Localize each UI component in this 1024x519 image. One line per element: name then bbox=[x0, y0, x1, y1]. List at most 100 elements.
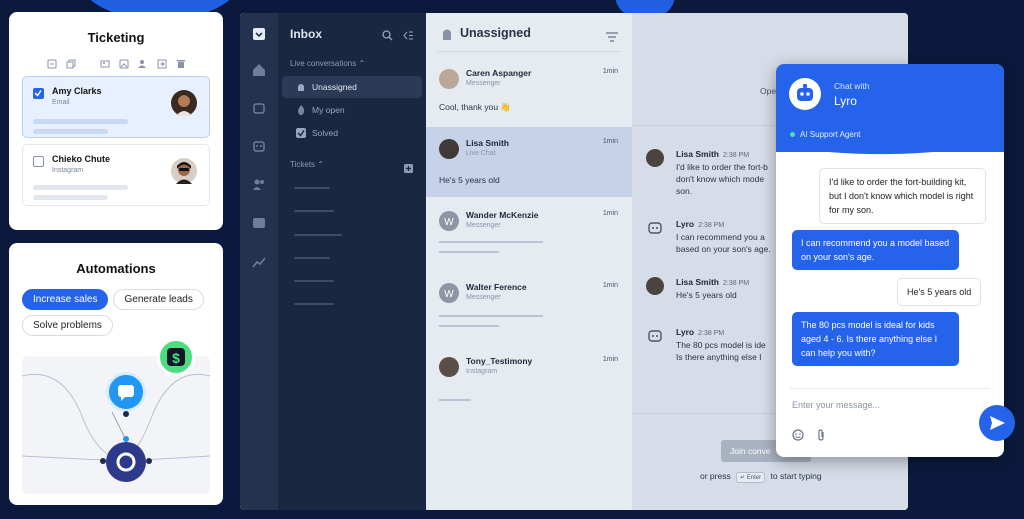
send-icon bbox=[990, 416, 1005, 430]
lyro-name: Lyro bbox=[834, 94, 857, 108]
live-conversations-label[interactable]: Live conversations ⌃ bbox=[290, 59, 365, 68]
contacts-icon[interactable] bbox=[252, 177, 266, 191]
avatar bbox=[439, 69, 459, 89]
conversation-name: Tony_Testimony bbox=[466, 356, 533, 366]
pill-generate-leads[interactable]: Generate leads bbox=[113, 289, 204, 310]
image-icon[interactable] bbox=[100, 59, 110, 69]
collapse-icon[interactable] bbox=[47, 59, 57, 69]
svg-text:$: $ bbox=[172, 350, 180, 366]
user-message: I'd like to order the fort-building kit,… bbox=[819, 168, 986, 224]
conversation-preview: He's 5 years old bbox=[439, 175, 500, 185]
message-text: I'd like to order the fort-b don't know … bbox=[676, 162, 768, 196]
bot-alt-icon[interactable] bbox=[252, 139, 266, 153]
conversation-item[interactable]: W Wander McKenzie Messenger 1min bbox=[426, 199, 632, 269]
automations-title: Automations bbox=[76, 261, 156, 276]
add-ticket-icon[interactable] bbox=[404, 160, 413, 178]
message-author: Lyro bbox=[676, 327, 695, 337]
ticket-checkbox[interactable] bbox=[33, 156, 44, 167]
ticket-name: Chieko Chute bbox=[52, 154, 111, 164]
bot-message: I can recommend you a model based on you… bbox=[792, 230, 959, 270]
export-icon[interactable] bbox=[157, 59, 167, 69]
avatar bbox=[646, 149, 664, 167]
assign-user-icon[interactable] bbox=[137, 59, 148, 69]
image-alt-icon[interactable] bbox=[119, 59, 129, 69]
conversation-item[interactable]: Caren Aspanger Messenger 1min Cool, than… bbox=[426, 57, 632, 127]
message-input[interactable]: Enter your message... bbox=[792, 400, 880, 410]
home-icon[interactable] bbox=[252, 63, 266, 77]
conversation-preview: Cool, thank you 👋 bbox=[439, 102, 512, 112]
fire-icon bbox=[296, 105, 306, 115]
ticket-checkbox[interactable] bbox=[33, 88, 44, 99]
conversation-name: Caren Aspanger bbox=[466, 68, 532, 78]
press-enter-hint: or press ↵ Enter to start typing bbox=[700, 471, 822, 483]
ticketing-title: Ticketing bbox=[87, 30, 145, 45]
message-time: 2:38 PM bbox=[722, 152, 750, 159]
conversation-name: Lisa Smith bbox=[466, 138, 509, 148]
ticket-item[interactable]: Chieko Chute Instagram bbox=[22, 144, 210, 206]
lyro-logo-icon bbox=[106, 442, 146, 482]
conversation-name: Wander McKenzie bbox=[466, 210, 539, 220]
bot-message: The 80 pcs model is ideal for kids aged … bbox=[792, 312, 959, 366]
conversation-time: 1min bbox=[602, 356, 618, 363]
inbox-sidebar: Inbox Live conversations ⌃ Unassigned My… bbox=[278, 13, 426, 510]
hand-wave-icon bbox=[296, 82, 306, 92]
message-time: 2:38 PM bbox=[722, 280, 750, 287]
inbox-icon[interactable] bbox=[252, 27, 266, 41]
conversation-time: 1min bbox=[602, 68, 618, 75]
ticket-name: Amy Clarks bbox=[52, 86, 102, 96]
message-author: Lisa Smith bbox=[676, 149, 719, 159]
bot-icon bbox=[646, 219, 664, 237]
pill-increase-sales[interactable]: Increase sales bbox=[22, 289, 109, 310]
sidebar-item-solved[interactable]: Solved bbox=[282, 122, 422, 144]
avatar bbox=[171, 158, 197, 184]
tickets-label[interactable]: Tickets ⌃ bbox=[290, 160, 324, 169]
avatar bbox=[439, 139, 459, 159]
automation-pills: Increase sales Generate leads Solve prob… bbox=[9, 289, 223, 336]
ticketing-toolbar bbox=[9, 59, 223, 69]
search-icon[interactable] bbox=[382, 28, 393, 46]
avatar bbox=[439, 357, 459, 377]
conversation-source: Messenger bbox=[466, 294, 501, 301]
sidebar-item-unassigned[interactable]: Unassigned bbox=[282, 76, 422, 98]
svg-text:W: W bbox=[444, 289, 454, 300]
emoji-icon[interactable] bbox=[792, 428, 804, 446]
filter-icon[interactable] bbox=[606, 29, 618, 47]
avatar bbox=[646, 277, 664, 295]
conversation-list-title: Unassigned bbox=[460, 26, 531, 40]
attachment-icon[interactable] bbox=[816, 428, 826, 446]
conversation-time: 1min bbox=[602, 138, 618, 145]
bot-icon[interactable] bbox=[252, 101, 266, 115]
conversation-item[interactable]: Tony_Testimony Instagram 1min bbox=[426, 345, 632, 415]
hand-wave-icon bbox=[440, 27, 454, 46]
conversation-time: 1min bbox=[602, 282, 618, 289]
ticket-item[interactable]: Amy Clarks Email bbox=[22, 76, 210, 138]
analytics-icon[interactable] bbox=[252, 255, 266, 269]
check-icon bbox=[296, 128, 306, 138]
message-author: Lisa Smith bbox=[676, 277, 719, 287]
dollar-icon: $ bbox=[157, 338, 195, 376]
chat-bubble-icon bbox=[106, 372, 146, 412]
sidebar-item-my-open[interactable]: My open bbox=[282, 99, 422, 121]
copy-icon[interactable] bbox=[66, 59, 76, 69]
inbox-title: Inbox bbox=[290, 27, 322, 41]
conversation-source: Instagram bbox=[466, 368, 498, 375]
sidebar-item-label: Solved bbox=[312, 128, 338, 138]
pill-solve-problems[interactable]: Solve problems bbox=[22, 315, 113, 336]
conversation-source: Messenger bbox=[466, 80, 501, 87]
send-button[interactable] bbox=[979, 405, 1015, 441]
collapse-sidebar-icon[interactable] bbox=[403, 28, 414, 46]
bot-icon bbox=[646, 327, 664, 345]
conversation-item[interactable]: W Walter Ference Messenger 1min bbox=[426, 271, 632, 341]
conversation-item[interactable]: Lisa Smith Live Chat 1min He's 5 years o… bbox=[426, 127, 632, 197]
message-author: Lyro bbox=[676, 219, 695, 229]
hint-suffix: to start typing bbox=[770, 471, 822, 481]
hint-prefix: or press bbox=[700, 471, 731, 481]
message-time: 2:38 PM bbox=[698, 330, 725, 337]
trash-icon[interactable] bbox=[176, 59, 186, 69]
message-text: The 80 pcs model is ide Is there anythin… bbox=[676, 340, 766, 362]
user-message: He's 5 years old bbox=[897, 278, 982, 306]
conversation-list: Unassigned Caren Aspanger Messenger 1min… bbox=[426, 13, 632, 510]
avatar: W bbox=[439, 211, 459, 231]
messages-icon[interactable] bbox=[252, 216, 266, 230]
automations-card: Automations Increase sales Generate lead… bbox=[9, 243, 223, 505]
